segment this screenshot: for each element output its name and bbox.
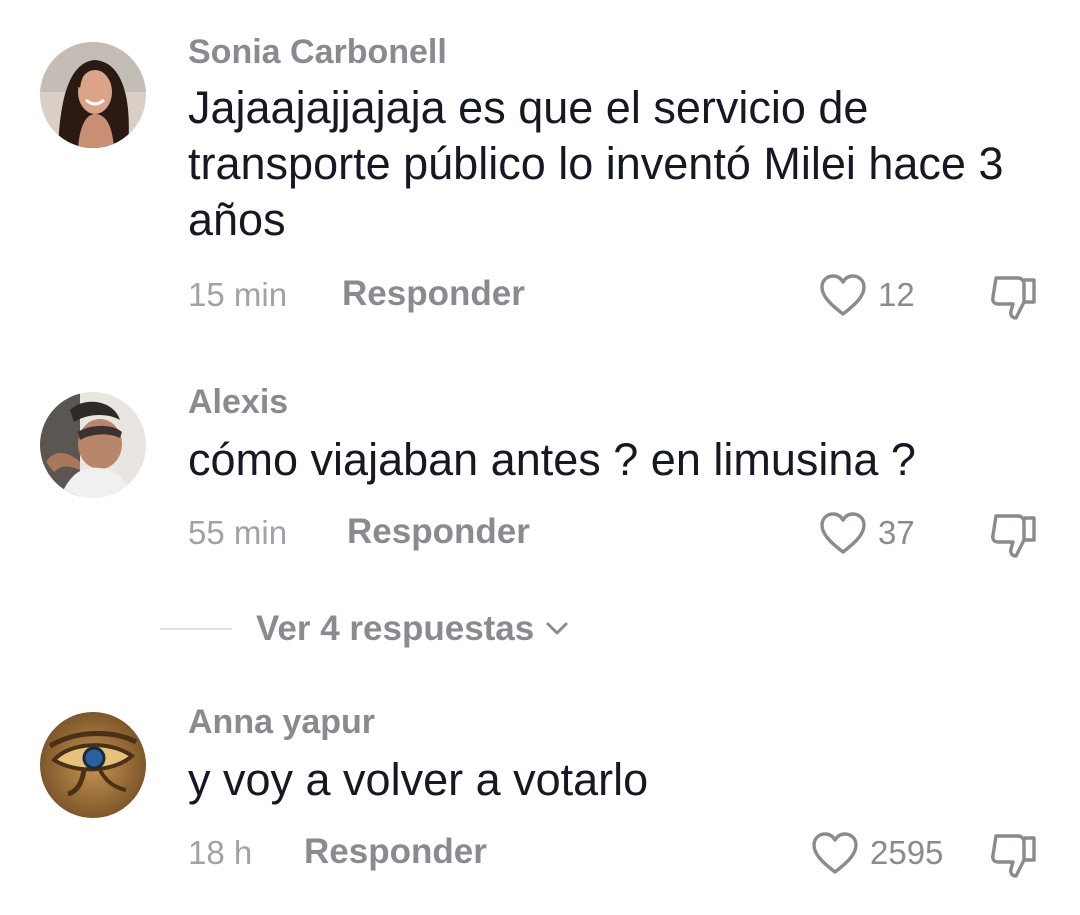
comment-timestamp: 18 h [188,834,253,871]
reply-button[interactable]: Responder [347,512,530,552]
heart-outline-icon [820,512,866,554]
like-count: 37 [878,514,915,551]
divider-line [160,628,232,630]
view-replies-row: Ver 4 respuestas [160,605,570,653]
comment-username[interactable]: Alexis [188,383,288,422]
heart-outline-icon [820,274,866,316]
avatar-woman-image [40,42,146,148]
comment-item: Sonia Carbonell Jajaajajjajaja es que el… [0,0,1080,340]
avatar[interactable] [40,42,146,148]
comment-item: Alexis cómo viajaban antes ? en limusina… [0,340,1080,590]
comment-timestamp: 15 min [188,276,288,313]
thumbs-down-icon [991,514,1036,558]
avatar[interactable] [40,392,146,498]
dislike-button[interactable] [988,510,1042,560]
comment-username[interactable]: Sonia Carbonell [188,33,447,72]
like-count: 2595 [870,834,944,871]
reply-button[interactable]: Responder [342,274,525,314]
like-button[interactable]: 12 [818,272,915,318]
dislike-button[interactable] [988,830,1042,880]
view-replies-label: Ver 4 respuestas [256,609,535,648]
comment-username[interactable]: Anna yapur [188,703,375,742]
chevron-down-icon [546,622,568,635]
view-replies-button[interactable]: Ver 4 respuestas [256,609,570,649]
comment-item: Anna yapur y voy a volver a votarlo 18 h… [0,680,1080,915]
avatar-man-image [40,392,146,498]
thumbs-down-icon [991,276,1036,320]
like-button[interactable]: 2595 [810,830,943,876]
reply-button[interactable]: Responder [304,832,487,872]
like-button[interactable]: 37 [818,510,915,556]
dislike-button[interactable] [988,272,1042,322]
avatar[interactable] [40,712,146,818]
comment-timestamp: 55 min [188,514,288,551]
avatar-eye-of-horus-image [40,712,146,818]
comment-text: cómo viajaban antes ? en limusina ? [188,434,916,485]
heart-outline-icon [812,832,858,874]
comment-text: Jajaajajjajaja es que el servicio de tra… [188,82,1004,245]
thumbs-down-icon [991,834,1036,878]
like-count: 12 [878,276,915,313]
comment-text: y voy a volver a votarlo [188,754,649,805]
